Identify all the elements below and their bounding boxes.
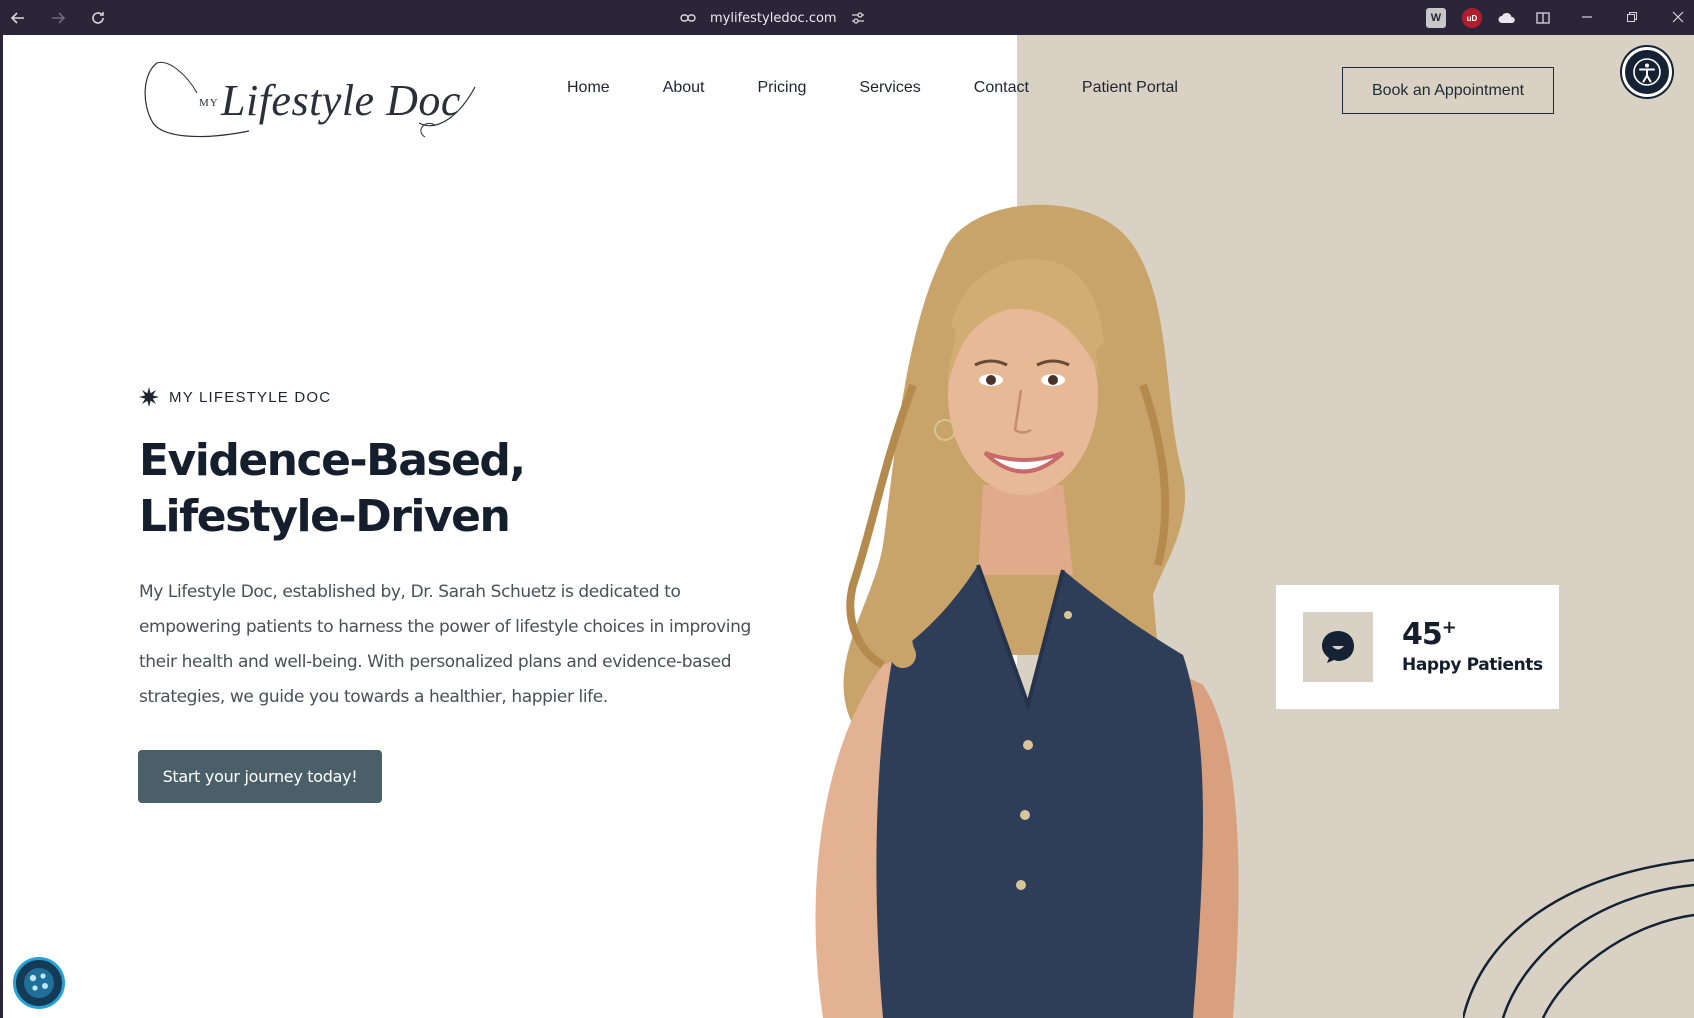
nav-pricing[interactable]: Pricing [758,79,807,97]
accessibility-button[interactable] [1622,47,1672,97]
doctor-portrait [815,204,1239,1018]
link-icon [680,14,696,22]
site-settings-icon[interactable] [851,11,865,25]
arrow-right-icon [52,12,66,24]
starburst-icon [139,387,159,407]
cookie-settings-button[interactable] [13,957,65,1009]
cloud-extension-icon[interactable] [1497,8,1517,28]
address-bar[interactable]: mylifestyledoc.com [680,8,865,28]
headline-line-1: Evidence-Based, [139,435,526,486]
restore-icon [1627,12,1637,22]
page-viewport: MY Lifestyle Doc Home About Pricing Serv… [3,35,1694,1018]
close-icon [1672,11,1684,23]
decorative-arcs [1463,858,1694,1018]
book-appointment-button[interactable]: Book an Appointment [1342,67,1554,114]
nav-contact[interactable]: Contact [974,79,1029,97]
logo-my-text: MY [199,97,219,109]
nav-services[interactable]: Services [859,79,920,97]
sidebar-toggle-icon[interactable] [1533,8,1553,28]
minimize-button[interactable] [1575,6,1599,28]
hero-description: My Lifestyle Doc, established by, Dr. Sa… [139,582,751,707]
stat-value: 45 [1402,617,1443,652]
start-journey-button[interactable]: Start your journey today! [138,750,382,803]
eyebrow-text: MY LIFESTYLE DOC [169,388,332,406]
reload-icon [92,12,104,24]
stat-suffix: + [1441,617,1457,638]
main-nav: Home About Pricing Services Contact Pati… [567,79,1231,97]
headline-line-2: Lifestyle-Driven [139,491,511,542]
forward-button[interactable] [48,8,68,28]
hero-eyebrow: MY LIFESTYLE DOC [139,387,331,407]
browser-toolbar: mylifestyledoc.com W uD [0,0,1694,35]
nav-home[interactable]: Home [567,79,610,97]
logo-main-text: Lifestyle Doc [221,76,461,125]
ublock-label: uD [1466,13,1478,23]
reload-button[interactable] [88,8,108,28]
back-button[interactable] [8,8,28,28]
accessibility-icon [1633,58,1661,86]
nav-patient-portal[interactable]: Patient Portal [1082,79,1178,97]
site-logo[interactable]: MY Lifestyle Doc [139,53,479,143]
nav-about[interactable]: About [663,79,705,97]
chat-bubble-smile-icon [1322,631,1354,663]
cookie-icon [24,968,54,998]
hero-headline: Evidence-Based, Lifestyle-Driven [139,433,526,545]
restore-button[interactable] [1620,6,1644,28]
ublock-icon[interactable]: uD [1462,8,1482,28]
stat-icon-box [1303,612,1373,682]
url-text: mylifestyledoc.com [710,10,837,26]
close-button[interactable] [1666,6,1690,28]
stat-number: 45+ [1402,617,1457,652]
minimize-icon [1582,16,1592,18]
w-extension-label: W [1430,12,1442,24]
w-extension-icon[interactable]: W [1426,8,1446,28]
happy-patients-card: 45+ Happy Patients [1276,585,1559,709]
stat-label: Happy Patients [1402,655,1543,675]
arrow-left-icon [10,12,24,24]
